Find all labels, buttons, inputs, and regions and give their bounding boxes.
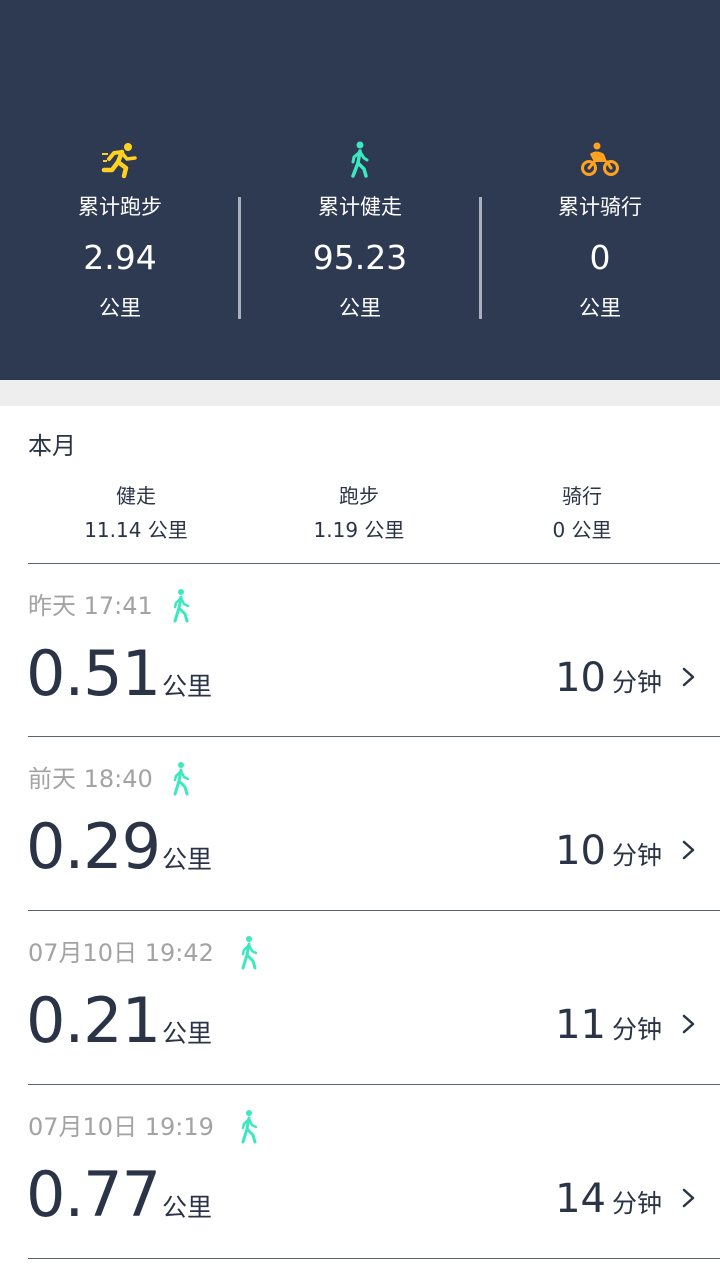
total-walking-unit: 公里: [339, 296, 381, 320]
walking-icon: [241, 936, 258, 970]
record-duration-value: 11: [555, 1002, 606, 1048]
record-distance: 0.77公里: [26, 1157, 212, 1233]
record-distance-unit: 公里: [162, 1193, 213, 1222]
record-duration: 14 分钟: [555, 1171, 662, 1227]
month-title: 本月: [28, 432, 76, 460]
record-distance-value: 0.21: [26, 984, 161, 1057]
record-duration-value: 10: [555, 655, 606, 701]
month-walking-value: 11.14 公里: [84, 518, 188, 542]
record-duration-value: 14: [555, 1176, 606, 1222]
divider: [28, 1258, 720, 1259]
total-cycling-label: 累计骑行: [558, 195, 642, 219]
record-time: 07月10日 19:42: [28, 939, 214, 967]
total-running-unit: 公里: [99, 296, 141, 320]
summary-header: 累计跑步 2.94 公里 累计健走 95.23 公里 累计骑行 0 公里: [0, 0, 720, 380]
record-duration: 11 分钟: [555, 997, 662, 1053]
month-cycling-label: 骑行: [562, 484, 602, 508]
record-duration-unit: 分钟: [611, 1189, 662, 1218]
month-cycling-value: 0 公里: [552, 518, 612, 542]
record-distance-unit: 公里: [162, 845, 213, 874]
record-distance-unit: 公里: [162, 1019, 213, 1048]
record-duration-unit: 分钟: [611, 668, 662, 697]
total-cycling-stat: 累计骑行 0 公里: [480, 140, 720, 330]
month-running: 跑步 1.19 公里: [249, 480, 469, 548]
record-distance-value: 0.77: [26, 1158, 161, 1231]
record-distance: 0.21公里: [26, 983, 212, 1059]
walking-icon: [173, 589, 190, 623]
record-distance-unit: 公里: [162, 672, 213, 701]
chevron-right-icon: [682, 1188, 695, 1208]
chevron-right-icon: [682, 1014, 695, 1034]
record-duration: 10 分钟: [555, 650, 662, 706]
walking-icon: [351, 141, 369, 178]
total-running-stat: 累计跑步 2.94 公里: [0, 140, 240, 330]
month-running-value: 1.19 公里: [313, 518, 405, 542]
total-walking-stat: 累计健走 95.23 公里: [240, 140, 480, 330]
record-distance: 0.29公里: [26, 809, 212, 885]
record-item[interactable]: 昨天 17:41 0.51公里 10 分钟: [0, 564, 720, 738]
record-item[interactable]: 前天 18:40 0.29公里 10 分钟: [0, 737, 720, 911]
record-distance-value: 0.51: [26, 637, 161, 710]
record-item[interactable]: 07月10日 19:19 0.77公里 14 分钟: [0, 1085, 720, 1259]
record-duration-unit: 分钟: [611, 1015, 662, 1044]
total-cycling-unit: 公里: [579, 296, 621, 320]
total-running-label: 累计跑步: [78, 195, 162, 219]
total-cycling-value: 0: [589, 238, 611, 277]
record-duration-value: 10: [555, 828, 606, 874]
record-duration: 10 分钟: [555, 823, 662, 879]
record-distance-value: 0.29: [26, 810, 161, 883]
record-time: 前天 18:40: [28, 765, 153, 793]
total-walking-label: 累计健走: [318, 195, 402, 219]
record-time: 07月10日 19:19: [28, 1113, 214, 1141]
section-gap: [0, 380, 720, 406]
record-time: 昨天 17:41: [28, 592, 153, 620]
chevron-right-icon: [682, 667, 695, 687]
walking-icon: [173, 762, 190, 796]
record-distance: 0.51公里: [26, 636, 212, 712]
chevron-right-icon: [682, 840, 695, 860]
month-walking-label: 健走: [116, 484, 156, 508]
cycling-icon: [581, 142, 619, 176]
month-cycling: 骑行 0 公里: [472, 480, 692, 548]
total-running-value: 2.94: [83, 238, 157, 277]
record-item[interactable]: 07月10日 19:42 0.21公里 11 分钟: [0, 911, 720, 1085]
total-walking-value: 95.23: [312, 238, 408, 277]
running-icon: [101, 143, 137, 179]
month-running-label: 跑步: [339, 484, 379, 508]
month-walking: 健走 11.14 公里: [26, 480, 246, 548]
record-duration-unit: 分钟: [611, 841, 662, 870]
walking-icon: [241, 1110, 258, 1144]
